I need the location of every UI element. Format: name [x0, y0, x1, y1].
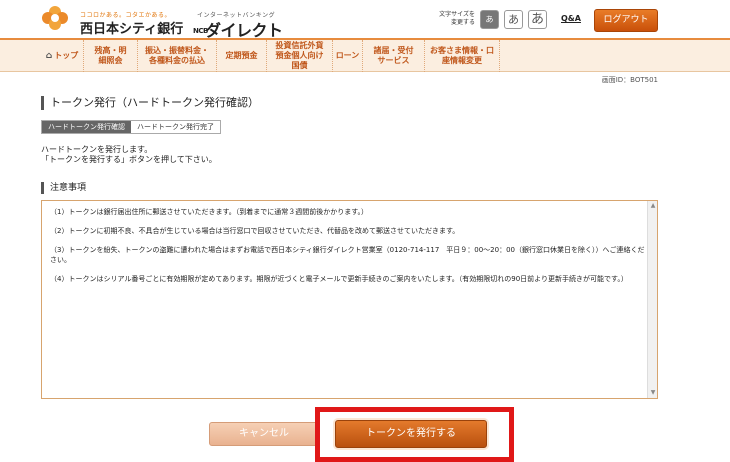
font-size-label: 文字サイズを 変更する — [439, 11, 475, 26]
nav-item-customer-info[interactable]: お客さま情報・口座情報変更 — [425, 40, 500, 72]
font-size-large-button[interactable]: あ — [528, 10, 547, 29]
home-icon: ⌂ — [45, 51, 53, 61]
scroll-down-icon[interactable]: ▼ — [648, 388, 657, 398]
note-item: （2）トークンに初期不良、不具合が生じている場合は当行窓口で回収させていただき、… — [50, 227, 460, 235]
nav-item-top[interactable]: ⌂ トップ — [41, 40, 84, 72]
nav-item-balance[interactable]: 残高・明細照会 — [84, 40, 138, 72]
global-nav: ⌂ トップ 残高・明細照会 振込・振替料金・各種料金の払込 定期預金 投資信託外… — [0, 38, 730, 72]
note-item: （1）トークンは銀行届出住所に郵送させていただきます。（到着までに通常３週間前後… — [50, 208, 369, 216]
step-current: ハードトークン発行確認 — [42, 121, 131, 133]
step-indicator: ハードトークン発行確認 ハードトークン発行完了 — [41, 120, 221, 134]
qa-link[interactable]: Q&A — [561, 14, 581, 23]
cancel-button[interactable]: キャンセル — [209, 422, 319, 446]
font-size-small-button[interactable]: あ — [480, 10, 499, 29]
page-title: トークン発行（ハードトークン発行確認） — [41, 96, 259, 110]
issue-token-button[interactable]: トークンを発行する — [335, 420, 487, 448]
nav-item-loan[interactable]: ローン — [333, 40, 363, 72]
nav-item-transfer[interactable]: 振込・振替料金・各種料金の払込 — [138, 40, 217, 72]
notes-title: 注意事項 — [41, 182, 86, 194]
screen-id: 画面ID：BOT501 — [601, 76, 658, 84]
note-item: （3）トークンを紛失、トークンの盗難に遭われた場合はまずお電話で西日本シティ銀行… — [50, 246, 645, 264]
font-size-medium-button[interactable]: あ — [504, 10, 523, 29]
notes-content: （1）トークンは銀行届出住所に郵送させていただきます。（到着までに通常３週間前後… — [50, 207, 645, 293]
note-item: （4）トークンはシリアル番号ごとに有効期限が定めてあります。期限が近づくと電子メ… — [50, 275, 628, 283]
notes-textarea[interactable]: （1）トークンは銀行届出住所に郵送させていただきます。（到着までに通常３週間前後… — [41, 200, 658, 399]
notes-scrollbar[interactable]: ▲ ▼ — [647, 201, 657, 398]
bank-logo-icon — [42, 6, 68, 30]
nav-item-time-deposit[interactable]: 定期預金 — [217, 40, 267, 72]
step-next: ハードトークン発行完了 — [131, 121, 220, 133]
logout-button[interactable]: ログアウト — [594, 9, 658, 32]
direct-prefix: NCB — [193, 27, 208, 35]
instructions: ハードトークンを発行します。 「トークンを発行する」ボタンを押して下さい。 — [41, 145, 217, 164]
scroll-up-icon[interactable]: ▲ — [648, 201, 657, 211]
nav-item-investment[interactable]: 投資信託外貨預金個人向け国債 — [267, 40, 333, 72]
bank-name: 西日本シティ銀行 — [80, 22, 184, 37]
header: ココロかある。コタエかある。 西日本シティ銀行 インターネットバンキング NCB… — [0, 0, 730, 40]
nav-item-notifications[interactable]: 諸届・受付サービス — [363, 40, 425, 72]
